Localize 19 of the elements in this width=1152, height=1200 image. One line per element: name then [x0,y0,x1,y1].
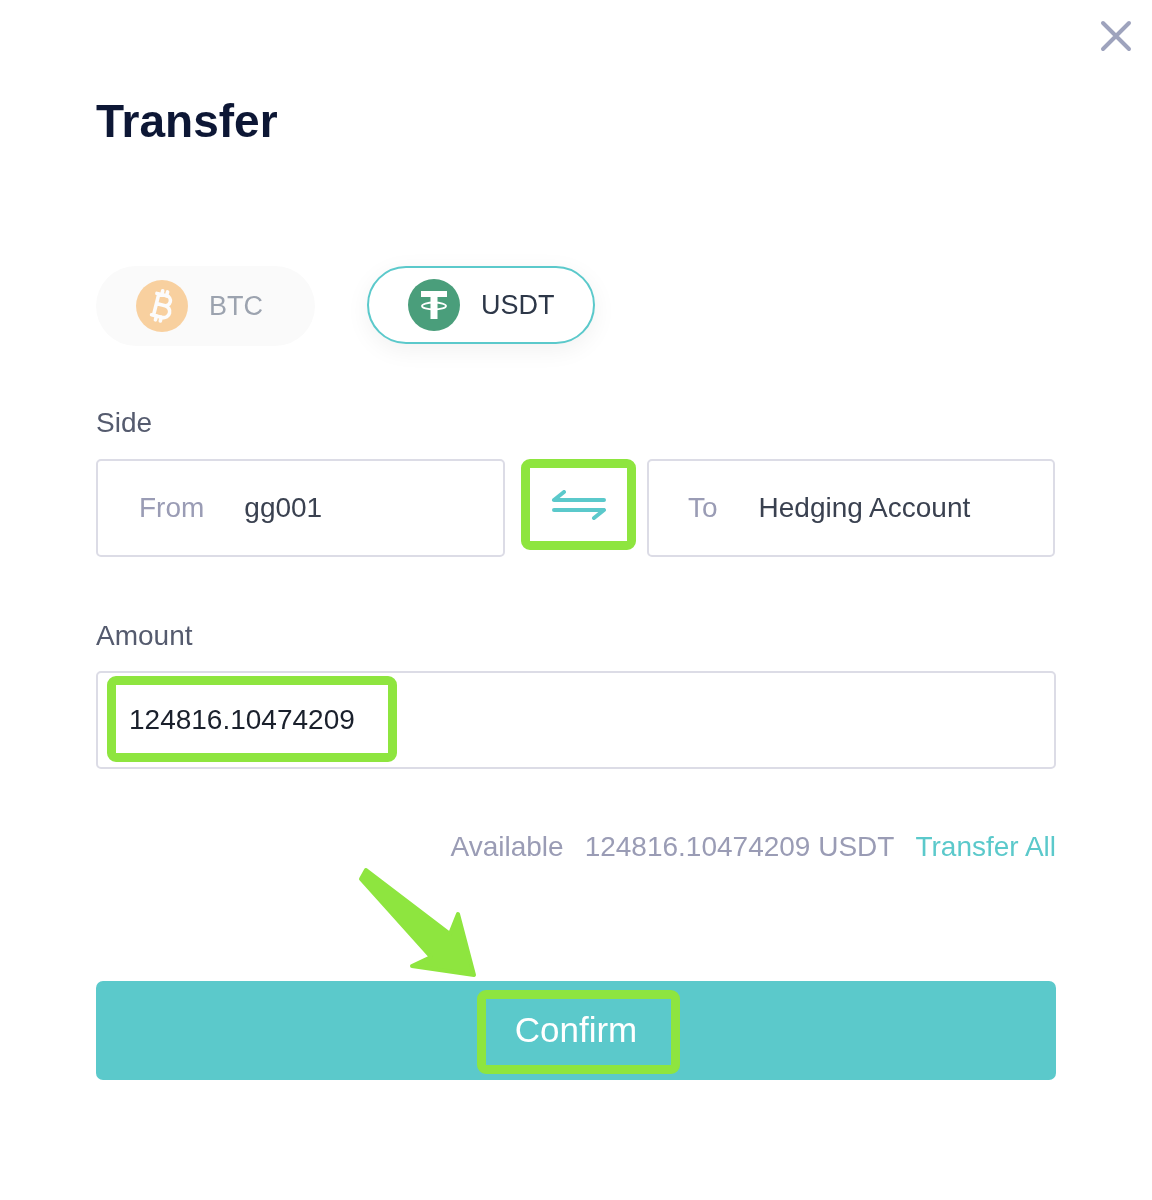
close-icon [1100,20,1132,52]
close-button[interactable] [1098,18,1134,54]
available-label: Available [450,831,564,863]
swap-arrows-icon [550,489,607,520]
from-account-value: gg001 [244,491,323,525]
amount-input[interactable]: 124816.10474209 [96,671,1056,769]
amount-label: Amount [96,620,193,652]
from-account-selector[interactable]: From gg001 [96,459,505,557]
swap-button[interactable] [521,459,636,550]
to-account-selector[interactable]: To Hedging Account [647,459,1055,557]
to-label: To [688,491,718,525]
dialog-title: Transfer [96,94,278,149]
available-balance: 124816.10474209 USDT [584,831,895,863]
from-label: From [139,491,205,525]
to-account-value: Hedging Account [758,491,971,525]
coin-label: BTC [209,289,263,323]
coin-label: USDT [481,288,555,322]
coin-tab[interactable]: USDT [367,266,595,344]
side-label: Side [96,407,153,439]
